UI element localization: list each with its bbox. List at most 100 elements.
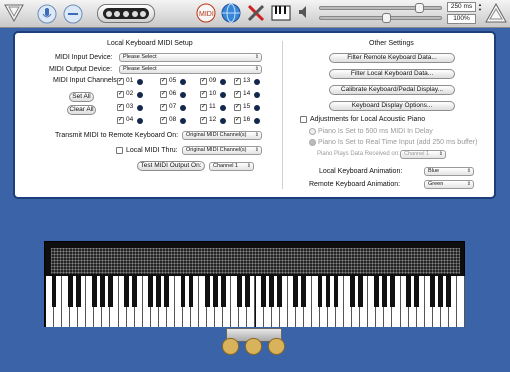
black-key[interactable]	[108, 276, 113, 307]
black-key[interactable]	[124, 276, 129, 307]
note-display	[51, 248, 460, 274]
midi-icon[interactable]: MIDI	[196, 3, 216, 23]
zoom-field[interactable]: 100%	[447, 14, 476, 24]
black-key[interactable]	[430, 276, 436, 307]
black-key[interactable]	[277, 276, 283, 307]
channel-11-checkbox[interactable]: ✓	[200, 104, 207, 111]
black-key[interactable]	[269, 276, 275, 307]
black-key[interactable]	[406, 276, 411, 307]
interval-stepper[interactable]: ▲ ▼	[477, 2, 483, 12]
white-key[interactable]	[456, 276, 465, 327]
channel-03-checkbox[interactable]: ✓	[117, 104, 124, 111]
channel-05-checkbox[interactable]: ✓	[160, 78, 167, 85]
transport-display[interactable]	[97, 4, 155, 23]
channel-14-checkbox[interactable]: ✓	[234, 91, 241, 98]
piano-keyboard[interactable]	[44, 241, 465, 327]
test-channel-value: Channel 1	[213, 163, 239, 169]
black-key[interactable]	[373, 276, 379, 307]
black-key[interactable]	[148, 276, 154, 307]
black-key[interactable]	[51, 276, 57, 307]
black-key[interactable]	[390, 276, 395, 307]
down-triangle-icon[interactable]	[4, 3, 24, 23]
channel-13-checkbox[interactable]: ✓	[234, 78, 241, 85]
volume-slider[interactable]	[319, 3, 442, 13]
black-key[interactable]	[67, 276, 73, 307]
black-key[interactable]	[91, 276, 97, 307]
local-animation-select[interactable]: Blue ⇕	[424, 167, 474, 176]
black-key[interactable]	[245, 276, 250, 307]
pedal-middle[interactable]	[245, 338, 262, 355]
warning-icon[interactable]	[485, 3, 507, 23]
zoom-slider[interactable]	[319, 13, 442, 23]
black-key[interactable]	[220, 276, 226, 307]
zoom-slider-thumb[interactable]	[382, 13, 391, 23]
test-channel-select[interactable]: Channel 1 ⇕	[209, 162, 254, 171]
channel-16-checkbox[interactable]: ✓	[234, 117, 241, 124]
channel-15-checkbox[interactable]: ✓	[234, 104, 241, 111]
microphone-icon[interactable]	[37, 4, 57, 24]
display-options-button[interactable]: Keyboard Display Options...	[329, 101, 455, 111]
thru-select[interactable]: Original MIDI Channel(s) ⇕	[182, 146, 262, 155]
globe-icon[interactable]	[221, 3, 241, 23]
channel-status-icon	[220, 92, 226, 98]
calibrate-button[interactable]: Calibrate Keyboard/Pedal Display...	[329, 85, 455, 95]
channel-07-checkbox[interactable]: ✓	[160, 104, 167, 111]
channel-08-checkbox[interactable]: ✓	[160, 117, 167, 124]
filter-remote-button[interactable]: Filter Remote Keyboard Data...	[329, 53, 455, 63]
pedal-right[interactable]	[268, 338, 285, 355]
adjust-piano-checkbox[interactable]	[300, 116, 307, 123]
black-key[interactable]	[317, 276, 323, 307]
local-setup-title: Local Keyboard MIDI Setup	[107, 40, 193, 47]
black-key[interactable]	[357, 276, 363, 307]
channel-04-checkbox[interactable]: ✓	[117, 117, 124, 124]
black-key[interactable]	[75, 276, 81, 307]
black-key[interactable]	[132, 276, 138, 307]
set-all-button[interactable]: Set All	[69, 92, 94, 102]
transmit-select[interactable]: Original MIDI Channel(s) ⇕	[182, 131, 262, 140]
black-key[interactable]	[188, 276, 194, 307]
black-key[interactable]	[293, 276, 299, 307]
interval-field[interactable]: 250 ms	[447, 2, 476, 12]
channel-status-icon	[137, 92, 143, 98]
test-midi-button[interactable]: Test MIDI Output On:	[137, 161, 205, 171]
channel-09-checkbox[interactable]: ✓	[200, 78, 207, 85]
pedal-left[interactable]	[222, 338, 239, 355]
tools-icon[interactable]	[246, 3, 266, 23]
black-key[interactable]	[212, 276, 218, 307]
output-device-select[interactable]: Please Select ⇕	[119, 65, 262, 74]
input-device-select[interactable]: Please Select ⇕	[119, 53, 262, 62]
black-key[interactable]	[438, 276, 444, 307]
black-key[interactable]	[325, 276, 331, 307]
realtime-radio[interactable]	[309, 139, 316, 146]
minus-icon[interactable]	[63, 4, 83, 24]
black-key[interactable]	[164, 276, 170, 307]
channel-01-checkbox[interactable]: ✓	[117, 78, 124, 85]
black-key[interactable]	[236, 276, 242, 307]
black-key[interactable]	[349, 276, 355, 307]
local-thru-checkbox[interactable]	[116, 147, 123, 154]
black-key[interactable]	[99, 276, 105, 307]
black-key[interactable]	[204, 276, 210, 307]
channel-02-checkbox[interactable]: ✓	[117, 91, 124, 98]
speaker-icon[interactable]	[297, 4, 313, 20]
channel-06-checkbox[interactable]: ✓	[160, 91, 167, 98]
filter-local-button[interactable]: Filter Local Keyboard Data...	[329, 69, 455, 79]
channel-status-icon	[137, 79, 143, 85]
plays-data-select[interactable]: Channel 1 ⇕	[400, 150, 446, 159]
delay-radio[interactable]	[309, 128, 316, 135]
black-key[interactable]	[446, 276, 452, 307]
adjust-piano-label: Adjustments for Local Acoustic Piano	[310, 116, 426, 123]
channel-12-checkbox[interactable]: ✓	[200, 117, 207, 124]
clear-all-button[interactable]: Clear All	[67, 105, 96, 115]
channel-10-checkbox[interactable]: ✓	[200, 91, 207, 98]
black-key[interactable]	[301, 276, 307, 307]
volume-slider-thumb[interactable]	[415, 3, 424, 13]
black-key[interactable]	[414, 276, 420, 307]
black-key[interactable]	[156, 276, 162, 307]
remote-animation-select[interactable]: Green ⇕	[424, 180, 474, 189]
black-key[interactable]	[261, 276, 266, 307]
black-key[interactable]	[333, 276, 339, 307]
black-key[interactable]	[180, 276, 186, 307]
piano-keys-icon[interactable]	[271, 3, 291, 23]
black-key[interactable]	[382, 276, 387, 307]
